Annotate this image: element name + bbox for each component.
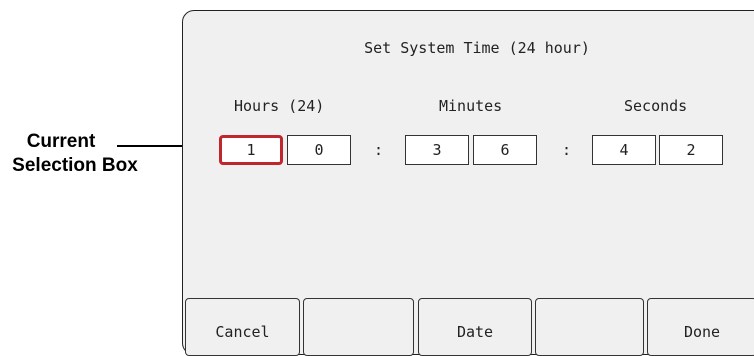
hours-minutes-separator: : (374, 141, 384, 159)
seconds-label: Seconds (624, 97, 688, 115)
done-button[interactable]: Done (647, 298, 754, 356)
softkey-blank-1[interactable] (303, 298, 414, 356)
seconds-ones-digit[interactable]: 2 (659, 135, 723, 165)
minutes-ones-digit[interactable]: 6 (473, 135, 537, 165)
hours-tens-digit[interactable]: 1 (219, 135, 283, 165)
hours-label: Hours (24) (234, 97, 325, 115)
hours-ones-digit[interactable]: 0 (287, 135, 351, 165)
minutes-tens-digit[interactable]: 3 (405, 135, 469, 165)
cancel-button[interactable]: Cancel (185, 298, 300, 356)
device-screen: Set System Time (24 hour) Hours (24) Min… (182, 10, 754, 356)
softkey-blank-2[interactable] (535, 298, 644, 356)
minutes-label: Minutes (439, 97, 503, 115)
date-button[interactable]: Date (418, 298, 532, 356)
seconds-tens-digit[interactable]: 4 (592, 135, 656, 165)
screen-title: Set System Time (24 hour) (364, 39, 590, 57)
minutes-seconds-separator: : (562, 141, 572, 159)
